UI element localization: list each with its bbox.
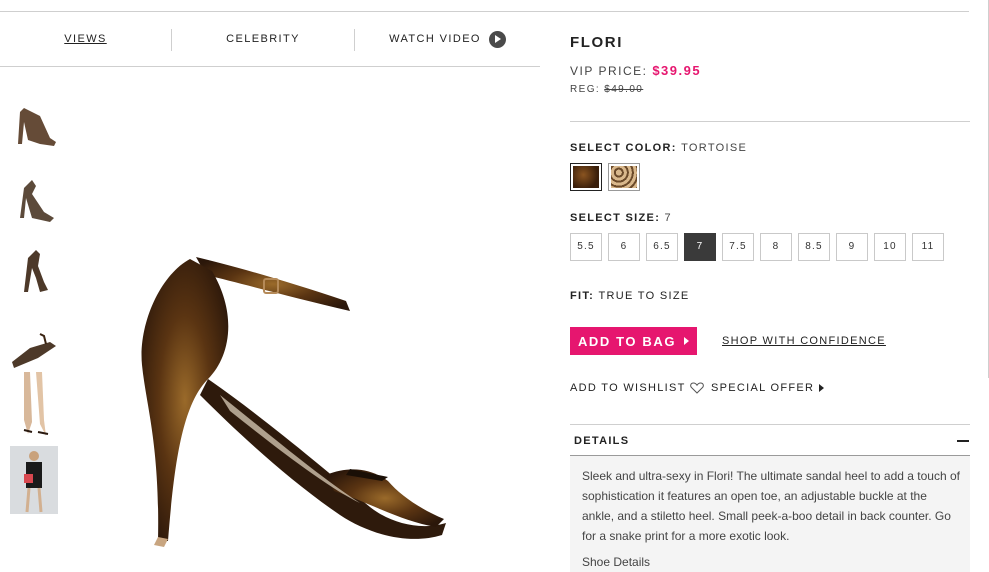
add-to-wishlist-link[interactable]: ADD TO WISHLIST [570,382,704,394]
thumbnail-sole-view[interactable] [10,302,58,370]
size-option[interactable]: 6.5 [646,233,678,261]
size-option[interactable]: 10 [874,233,906,261]
tabs-divider [0,66,540,67]
add-to-bag-button[interactable]: ADD TO BAG [570,327,697,355]
vip-price-row: VIP PRICE: $39.95 [570,63,701,78]
details-heading[interactable]: DETAILS [574,435,629,447]
tab-watch-video[interactable]: WATCH VIDEO [355,22,540,56]
size-option[interactable]: 8.5 [798,233,830,261]
size-option[interactable]: 6 [608,233,640,261]
shoe-details-link[interactable]: Shoe Details [582,555,650,569]
main-product-image [141,257,446,547]
product-name: FLORI [570,34,623,51]
sandal-thumbnail-icon [18,108,56,146]
details-description: Sleek and ultra-sexy in Flori! The ultim… [582,469,960,543]
regular-price-row: REG: $49.00 [570,84,643,95]
select-size-row: SELECT SIZE: 7 [570,212,672,224]
arrow-right-icon [819,384,825,392]
collapse-minus-icon[interactable] [957,440,969,442]
thumbnail-side-view[interactable] [10,94,58,162]
select-color-label: SELECT COLOR: [570,142,677,154]
tab-celebrity[interactable]: CELEBRITY [172,22,354,56]
thumbnail-front-view[interactable] [10,166,58,234]
vip-price: $39.95 [652,63,702,78]
details-top-divider [570,424,970,425]
add-to-wishlist-label: ADD TO WISHLIST [570,382,686,394]
fit-value: TRUE TO SIZE [598,290,690,302]
sandal-thumbnail-icon [20,180,54,222]
regular-price-label: REG: [570,84,601,95]
regular-price: $49.00 [604,84,644,95]
color-swatch-leopard[interactable] [608,163,640,191]
selected-color-value: TORTOISE [681,142,748,154]
shop-with-confidence-link[interactable]: SHOP WITH CONFIDENCE [722,335,886,347]
color-swatch-tortoise[interactable] [570,163,602,191]
fit-row: FIT: TRUE TO SIZE [570,290,689,302]
thumbnail-on-foot[interactable] [10,372,58,440]
legs-thumbnail-icon [10,372,58,440]
swatch-fill [611,166,637,188]
select-color-row: SELECT COLOR: TORTOISE [570,142,747,154]
top-divider [0,11,969,12]
size-option[interactable]: 9 [836,233,868,261]
add-to-bag-label: ADD TO BAG [577,333,677,349]
special-offer-link[interactable]: SPECIAL OFFER [711,382,825,394]
tab-views[interactable]: VIEWS [0,22,171,56]
model-thumbnail-icon [10,446,58,514]
thumbnail-model[interactable] [10,446,58,514]
selected-size-value: 7 [664,212,672,224]
swatch-fill [573,166,599,188]
media-tabs: VIEWS CELEBRITY WATCH VIDEO [0,22,540,56]
size-option[interactable]: 8 [760,233,792,261]
arrow-right-icon [684,337,690,345]
heart-icon [689,382,704,394]
fit-label: FIT: [570,290,595,302]
size-option-selected[interactable]: 7 [684,233,716,261]
vip-price-label: VIP PRICE: [570,64,648,78]
play-icon [488,30,506,48]
sandal-thumbnail-icon [24,250,48,292]
size-option[interactable]: 7.5 [722,233,754,261]
size-option[interactable]: 11 [912,233,944,261]
price-divider [570,121,970,122]
size-option[interactable]: 5.5 [570,233,602,261]
select-size-label: SELECT SIZE: [570,212,661,224]
special-offer-label: SPECIAL OFFER [711,382,815,394]
thumbnail-back-view[interactable] [10,238,58,306]
tab-watch-video-label: WATCH VIDEO [389,33,481,45]
sandal-thumbnail-icon [12,333,56,368]
